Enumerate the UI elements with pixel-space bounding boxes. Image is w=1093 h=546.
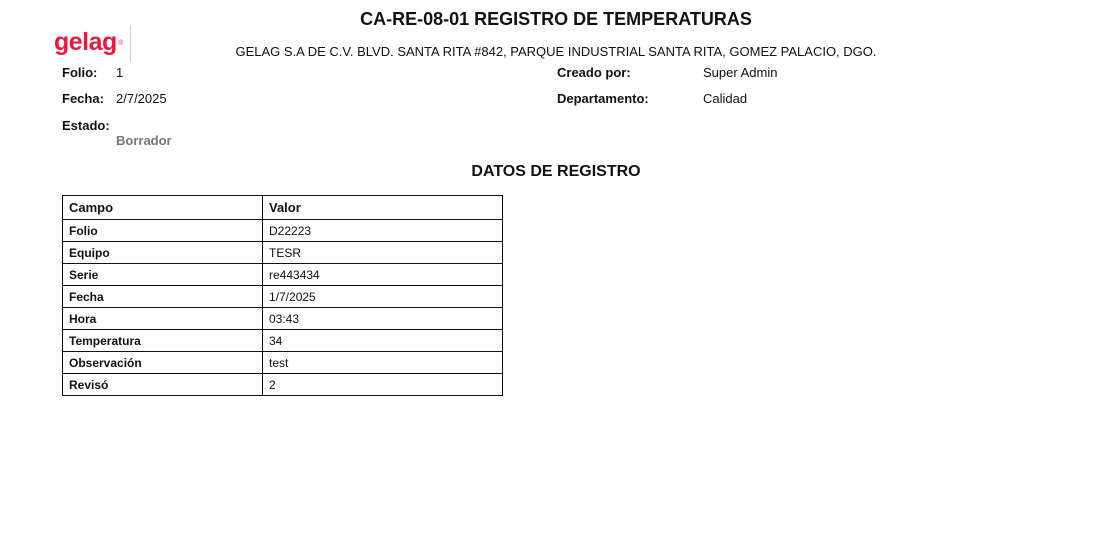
- campo-cell: Temperatura: [62, 329, 263, 352]
- table-row: Revisó 2: [62, 373, 503, 396]
- campo-cell: Observación: [62, 351, 263, 374]
- campo-cell: Hora: [62, 307, 263, 330]
- campo-cell: Revisó: [62, 373, 263, 396]
- document-title: CA-RE-08-01 REGISTRO DE TEMPERATURAS: [360, 9, 752, 29]
- table-row: Temperatura 34: [62, 329, 503, 352]
- table-row: Fecha 1/7/2025: [62, 285, 503, 308]
- creado-por-label: Creado por:: [557, 65, 631, 80]
- valor-cell: TESR: [262, 241, 503, 264]
- company-address: GELAG S.A DE C.V. BLVD. SANTA RITA #842,…: [235, 44, 877, 59]
- valor-cell: test: [262, 351, 503, 374]
- valor-cell: D22223: [262, 219, 503, 242]
- campo-cell: Folio: [62, 219, 263, 242]
- registro-table: Campo Valor Folio D22223 Equipo TESR Ser…: [62, 195, 503, 396]
- folio-value: 1: [116, 65, 124, 80]
- valor-cell: 1/7/2025: [262, 285, 503, 308]
- valor-cell: 2: [262, 373, 503, 396]
- campo-cell: Serie: [62, 263, 263, 286]
- departamento-value: Calidad: [703, 91, 748, 106]
- fecha-value: 2/7/2025: [116, 91, 167, 106]
- table-row: Serie re443434: [62, 263, 503, 286]
- valor-cell: re443434: [262, 263, 503, 286]
- creado-por-value: Super Admin: [703, 65, 778, 80]
- table-header-row: Campo Valor: [62, 195, 503, 220]
- section-title: DATOS DE REGISTRO: [471, 163, 641, 180]
- valor-cell: 34: [262, 329, 503, 352]
- fecha-label: Fecha:: [62, 91, 104, 106]
- status-badge: Borrador: [116, 133, 172, 148]
- campo-cell: Fecha: [62, 285, 263, 308]
- valor-cell: 03:43: [262, 307, 503, 330]
- table-row: Observación test: [62, 351, 503, 374]
- estado-label: Estado:: [62, 118, 110, 133]
- table-row: Hora 03:43: [62, 307, 503, 330]
- table-row: Equipo TESR: [62, 241, 503, 264]
- column-header-campo: Campo: [62, 195, 263, 220]
- folio-label: Folio:: [62, 65, 98, 80]
- column-header-valor: Valor: [262, 195, 503, 220]
- campo-cell: Equipo: [62, 241, 263, 264]
- departamento-label: Departamento:: [557, 91, 649, 106]
- table-row: Folio D22223: [62, 219, 503, 242]
